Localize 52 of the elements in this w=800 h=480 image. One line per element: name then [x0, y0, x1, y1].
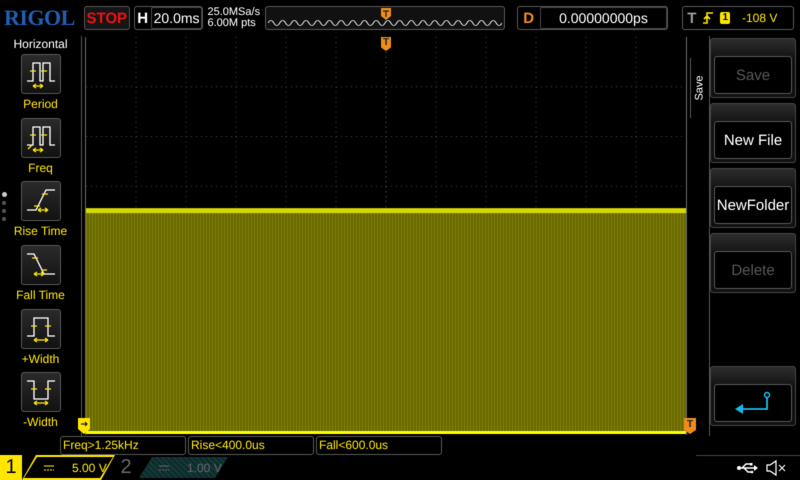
measurement-readout: Freq>1.25kHz [60, 436, 186, 455]
trigger-level: -108 V [742, 11, 778, 25]
timebase-value: 20.0ms [150, 7, 202, 29]
channel-number: 1 [0, 455, 22, 480]
trigger-position-marker[interactable]: T [381, 37, 391, 51]
rising-edge-icon [702, 11, 714, 25]
delay-panel[interactable]: D 0.00000000ps [516, 6, 668, 30]
run-stop-button[interactable]: STOP [84, 6, 130, 30]
measure-button[interactable] [20, 372, 60, 412]
measurement-readout: Fall<600.0us [316, 436, 442, 455]
dc-coupling-icon [159, 464, 169, 470]
softkey-button[interactable]: NewFolder [714, 186, 792, 224]
measure-button[interactable] [20, 118, 60, 158]
page-dot[interactable] [2, 201, 6, 205]
dc-coupling-icon [44, 464, 54, 470]
memory-depth: 6.00M pts [207, 18, 257, 29]
back-button[interactable] [714, 384, 792, 422]
measure-label: Fall Time [16, 288, 65, 302]
delay-label: D [522, 10, 536, 26]
measurement-readout: Rise<400.0us [188, 436, 314, 455]
channel-number: 2 [119, 456, 133, 479]
measure-button[interactable] [20, 308, 60, 349]
page-dot[interactable] [2, 209, 6, 213]
return-arrow-icon [733, 391, 773, 415]
channel-scale: 1.00 V [187, 460, 222, 474]
channel-scale: 5.00 V [72, 460, 107, 474]
page-dot[interactable] [2, 192, 7, 197]
measure-label: Rise Time [14, 224, 68, 238]
trigger-level-marker[interactable]: T [684, 418, 696, 434]
trigger-position-icon [381, 8, 392, 20]
delay-value: 0.00000000ps [540, 7, 668, 29]
sample-rate: 25.0MSa/s [207, 7, 262, 18]
measure-button[interactable] [20, 181, 60, 222]
measure-button[interactable] [20, 245, 60, 286]
trigger-panel[interactable]: T 1 -108 V [682, 6, 794, 30]
usb-icon [736, 462, 758, 474]
softkey-button[interactable]: New File [714, 121, 792, 159]
muted-speaker-icon [766, 460, 786, 476]
brand-logo: RIGOL [4, 5, 76, 31]
menu-title: Horizontal [13, 37, 68, 51]
measure-label: Period [23, 97, 58, 111]
measure-button[interactable] [20, 54, 60, 94]
measure-label: Freq [28, 160, 53, 175]
timebase-panel[interactable]: H 20.0ms [134, 6, 204, 30]
menu-title: Save [694, 75, 706, 101]
channel-ground-marker-icon[interactable] [78, 418, 90, 434]
trigger-label: T [687, 10, 696, 26]
measure-label: -Width [23, 415, 58, 430]
timebase-label: H [136, 10, 150, 26]
measure-label: +Width [22, 352, 60, 366]
trigger-source-badge: 1 [720, 12, 730, 24]
page-dot[interactable] [2, 217, 6, 221]
